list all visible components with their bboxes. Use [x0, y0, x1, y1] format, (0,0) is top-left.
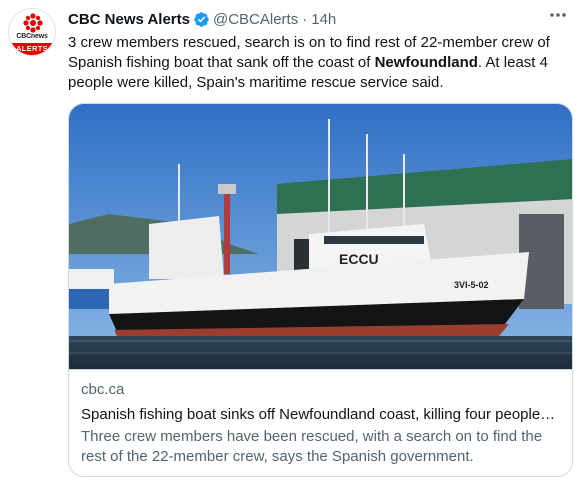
avatar-alerts-band: ALERTS: [9, 43, 55, 55]
author-handle[interactable]: @CBCAlerts: [213, 11, 298, 28]
verified-badge-icon: [194, 11, 209, 27]
tweet-timestamp[interactable]: 14h: [311, 11, 336, 28]
tweet-header: CBC News Alerts @CBCAlerts · 14h: [68, 9, 336, 29]
ship-call-sign: ECCU: [339, 251, 379, 267]
card-description: Three crew members have been rescued, wi…: [81, 428, 543, 465]
card-domain: cbc.ca: [81, 381, 125, 398]
link-preview-card[interactable]: ECCU 3VI-5-02 cbc.ca Spanish fishing boa…: [68, 103, 573, 477]
ship-hull-marking: 3VI-5-02: [454, 280, 489, 290]
cbc-gem-icon: [23, 13, 43, 33]
separator-dot: ·: [302, 10, 308, 28]
avatar[interactable]: CBCnews ALERTS: [8, 8, 56, 56]
avatar-logo-text: CBCnews: [16, 33, 48, 40]
more-options-button[interactable]: [547, 10, 569, 28]
author-name[interactable]: CBC News Alerts: [68, 11, 190, 28]
card-meta[interactable]: cbc.ca Spanish fishing boat sinks off Ne…: [69, 369, 572, 476]
more-horizontal-icon: [550, 13, 566, 17]
card-image[interactable]: ECCU 3VI-5-02: [69, 104, 573, 369]
tweet-text-bold[interactable]: Newfoundland: [375, 54, 478, 71]
card-title: Spanish fishing boat sinks off Newfoundl…: [81, 406, 556, 423]
tweet-text: 3 crew members rescued, search is on to …: [68, 33, 573, 93]
